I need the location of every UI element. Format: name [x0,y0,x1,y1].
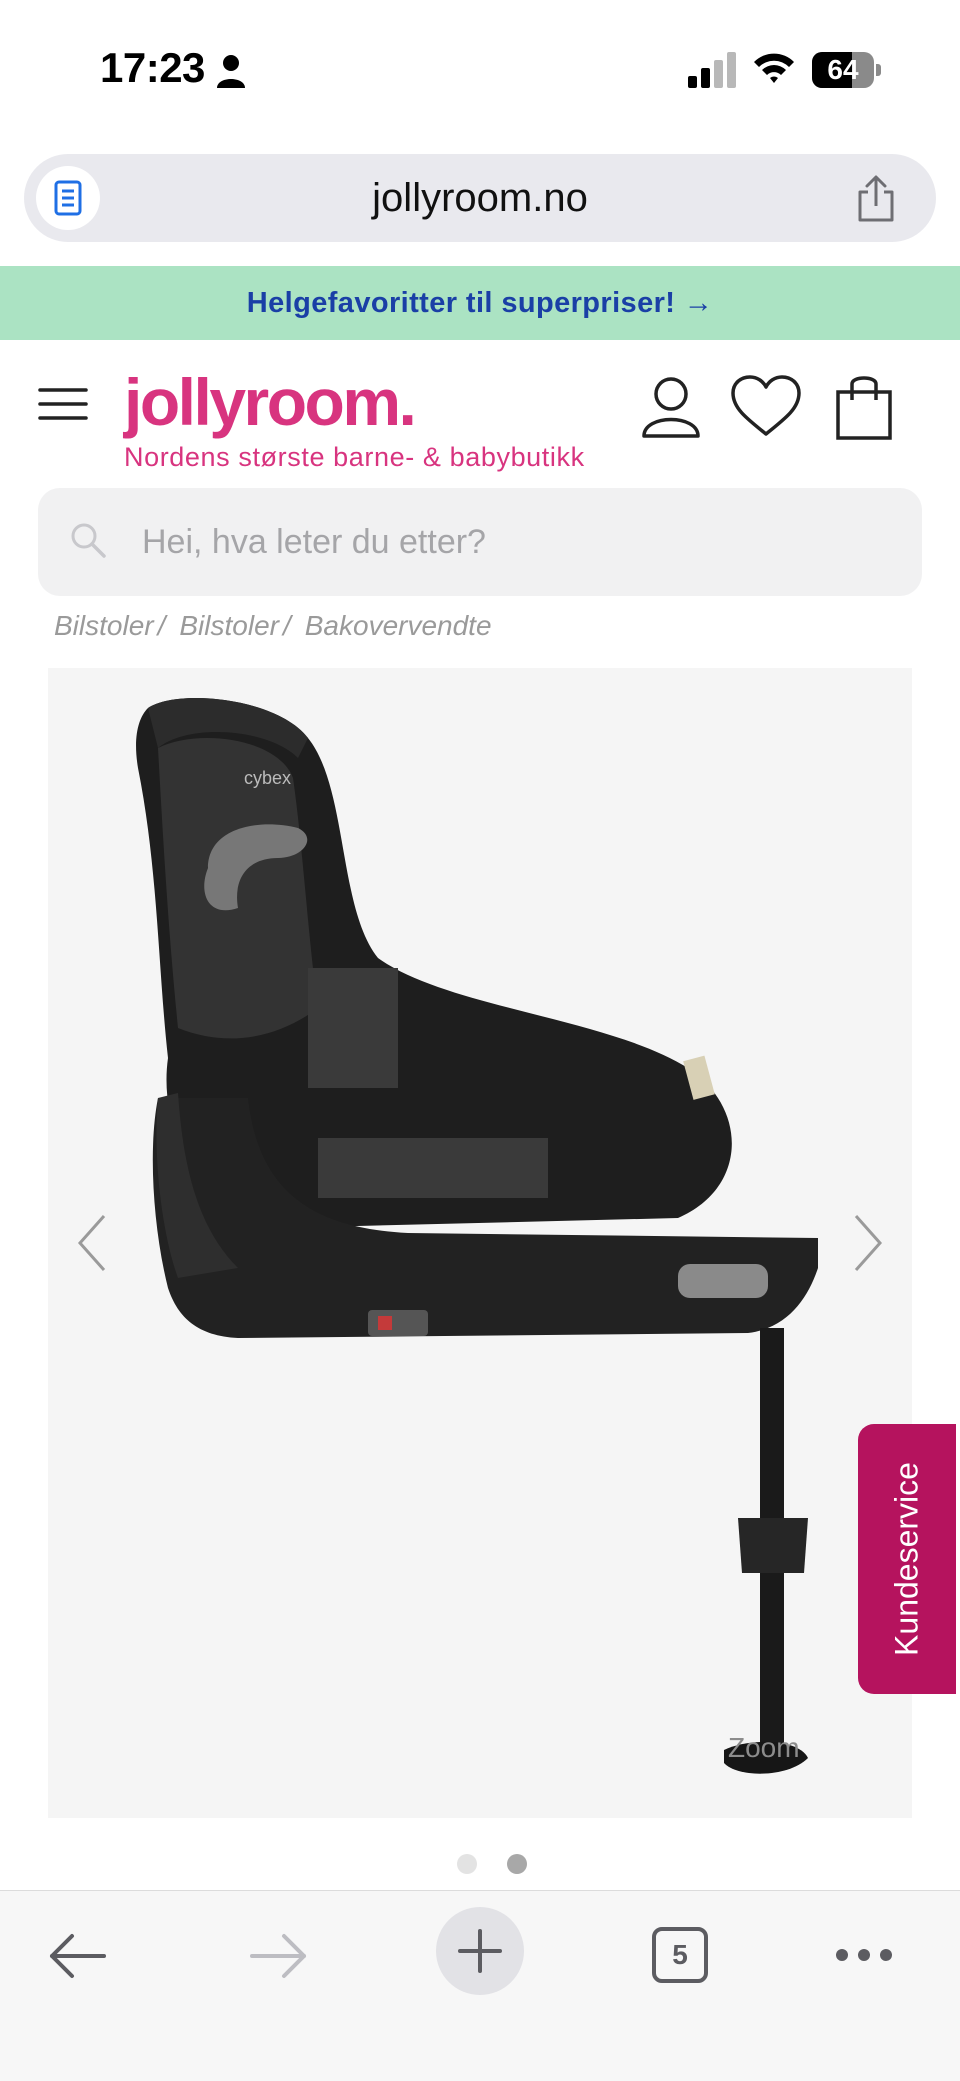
heart-icon[interactable] [730,374,802,438]
search-input[interactable] [142,488,882,596]
forward-arrow-icon[interactable] [248,1931,310,1981]
breadcrumb-link[interactable]: Bakovervendte [305,610,492,641]
back-arrow-icon[interactable] [46,1931,108,1981]
hamburger-menu-icon[interactable] [38,386,88,422]
next-image-arrow-icon[interactable] [848,1208,888,1278]
promo-banner[interactable]: Helgefavoritter til superpriser! → [0,266,960,340]
tabs-button[interactable]: 5 [652,1927,708,1983]
battery-indicator: 64 [812,52,881,88]
url-text[interactable]: jollyroom.no [24,154,936,242]
product-image-car-seat[interactable]: cybex [48,668,912,1818]
status-bar: 17:23 64 [0,0,960,140]
magnifier-icon [71,523,106,558]
svg-text:cybex: cybex [244,768,291,788]
person-icon [217,55,245,88]
battery-percent: 64 [827,54,859,85]
plus-icon [458,1929,502,1973]
new-tab-button[interactable] [436,1907,524,1995]
customer-service-tab[interactable]: Kundeservice [858,1424,956,1694]
more-options-icon[interactable] [834,1945,894,1965]
status-time: 17:23 [100,44,205,91]
promo-text[interactable]: Helgefavoritter til superpriser! → [0,266,960,340]
share-icon[interactable] [852,174,900,224]
wifi-icon [754,53,794,83]
carousel-dot-active[interactable] [507,1854,527,1874]
previous-image-arrow-icon[interactable] [72,1208,112,1278]
zoom-label[interactable]: Zoom [728,1732,800,1764]
site-logo[interactable]: jollyroom. [124,358,417,446]
product-gallery[interactable]: cybex Zoom [48,668,912,1818]
customer-service-label: Kundeservice [888,1462,925,1656]
carousel-dot[interactable] [457,1854,477,1874]
cellular-signal-icon [688,52,736,88]
search-box[interactable] [38,488,922,596]
site-tagline: Nordens største barne- & babybutikk [124,442,585,472]
breadcrumb-link[interactable]: Bilstoler [179,610,279,641]
shopping-bag-icon[interactable] [834,370,894,442]
browser-toolbar: 5 [0,1890,960,2081]
address-bar[interactable]: jollyroom.no [24,154,936,242]
person-icon[interactable] [640,374,702,438]
breadcrumb: Bilstoler / Bilstoler / Bakovervendte [54,610,492,641]
breadcrumb-link[interactable]: Bilstoler [54,610,154,641]
